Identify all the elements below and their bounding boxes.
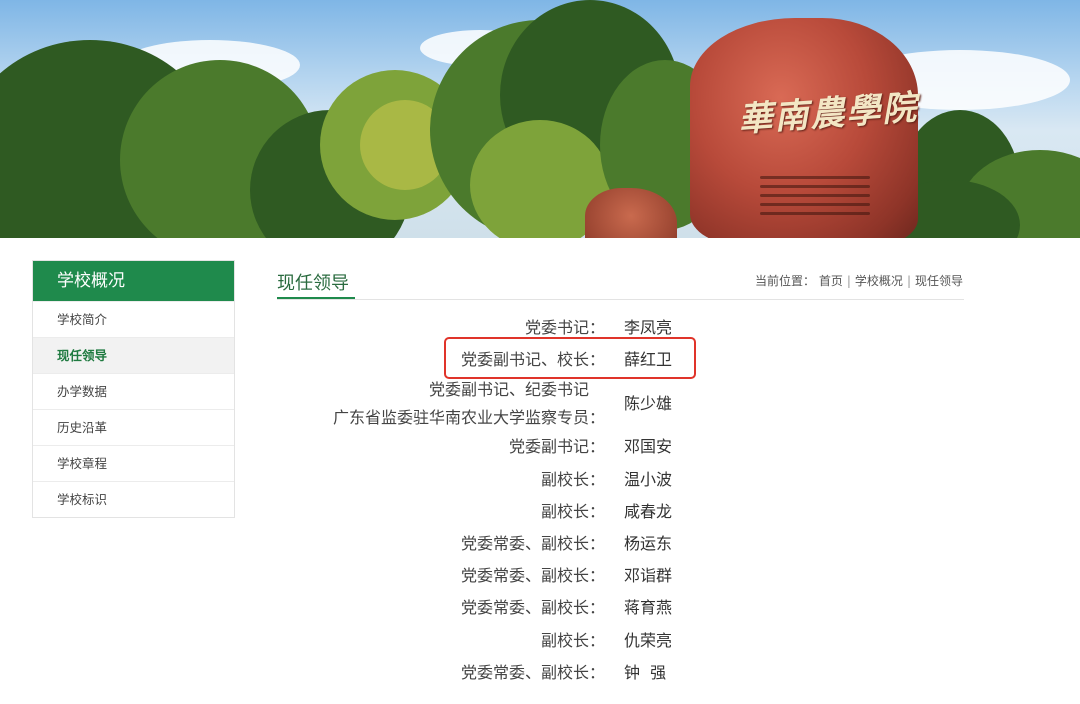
leader-name: 陈少雄 xyxy=(624,394,673,413)
sidebar-heading: 学校概况 xyxy=(33,261,234,301)
leader-role: 党委副书记： xyxy=(508,437,605,456)
sidebar-item-leaders[interactable]: 现任领导 xyxy=(33,337,234,373)
campus-banner: 華南農學院 xyxy=(0,0,1080,238)
leader-name: 杨运东 xyxy=(624,534,673,553)
breadcrumb-overview-link[interactable]: 学校概况 xyxy=(855,274,903,288)
leader-row: 党委常委、副校长： 邓诣群 xyxy=(277,565,757,597)
leader-name: 仇荣亮 xyxy=(624,631,673,650)
sidebar-item-identity[interactable]: 学校标识 xyxy=(33,481,234,517)
page-title: 现任领导 xyxy=(277,273,349,294)
leader-role: 副校长： xyxy=(540,502,605,521)
breadcrumb: 当前位置： 首页 | 学校概况 | 现任领导 xyxy=(755,274,963,288)
leader-name: 咸春龙 xyxy=(624,502,673,521)
leader-name: 蒋育燕 xyxy=(624,598,673,617)
leader-role: 副校长： xyxy=(540,631,605,650)
leader-row: 党委副书记、纪委书记 广东省监委驻华南农业大学监察专员： 陈少雄 xyxy=(277,379,757,431)
leader-name: 邓国安 xyxy=(624,437,673,456)
leader-row: 副校长： 咸春龙 xyxy=(277,501,757,533)
leader-role: 副校长： xyxy=(540,470,605,489)
leader-role: 党委常委、副校长： xyxy=(460,566,605,585)
leader-role: 党委常委、副校长： xyxy=(460,534,605,553)
sidebar-item-intro[interactable]: 学校简介 xyxy=(33,301,234,337)
breadcrumb-prefix: 当前位置： xyxy=(755,274,816,288)
breadcrumb-home-link[interactable]: 首页 xyxy=(819,274,843,288)
breadcrumb-current-link[interactable]: 现任领导 xyxy=(915,274,963,288)
leader-name: 李凤亮 xyxy=(624,318,673,337)
title-divider xyxy=(277,299,964,300)
leader-row: 副校长： 温小波 xyxy=(277,469,757,501)
leader-row: 副校长： 仇荣亮 xyxy=(277,630,757,662)
leader-name: 温小波 xyxy=(624,470,673,489)
leader-role: 党委常委、副校长： xyxy=(460,598,605,617)
leader-row: 党委常委、副校长： 杨运东 xyxy=(277,533,757,565)
leader-role: 党委常委、副校长： xyxy=(460,663,605,682)
highlight-box xyxy=(444,337,696,379)
leader-name: 邓诣群 xyxy=(624,566,673,585)
sidebar-item-data[interactable]: 办学数据 xyxy=(33,373,234,409)
leader-row: 党委常委、副校长： 钟 强 xyxy=(277,662,757,694)
sidebar-item-charter[interactable]: 学校章程 xyxy=(33,445,234,481)
leader-role: 党委副书记、纪委书记 xyxy=(428,380,589,399)
leader-row: 党委常委、副校长： 蒋育燕 xyxy=(277,597,757,629)
sidebar-item-history[interactable]: 历史沿革 xyxy=(33,409,234,445)
leader-row: 党委副书记： 邓国安 xyxy=(277,436,757,468)
leader-role-line2: 广东省监委驻华南农业大学监察专员： xyxy=(332,408,605,427)
sidebar-nav: 学校概况 学校简介 现任领导 办学数据 历史沿革 学校章程 学校标识 xyxy=(32,260,235,518)
leader-role: 党委书记： xyxy=(524,318,605,337)
leader-name: 钟 强 xyxy=(624,663,667,682)
rock-text-lines xyxy=(760,176,870,221)
